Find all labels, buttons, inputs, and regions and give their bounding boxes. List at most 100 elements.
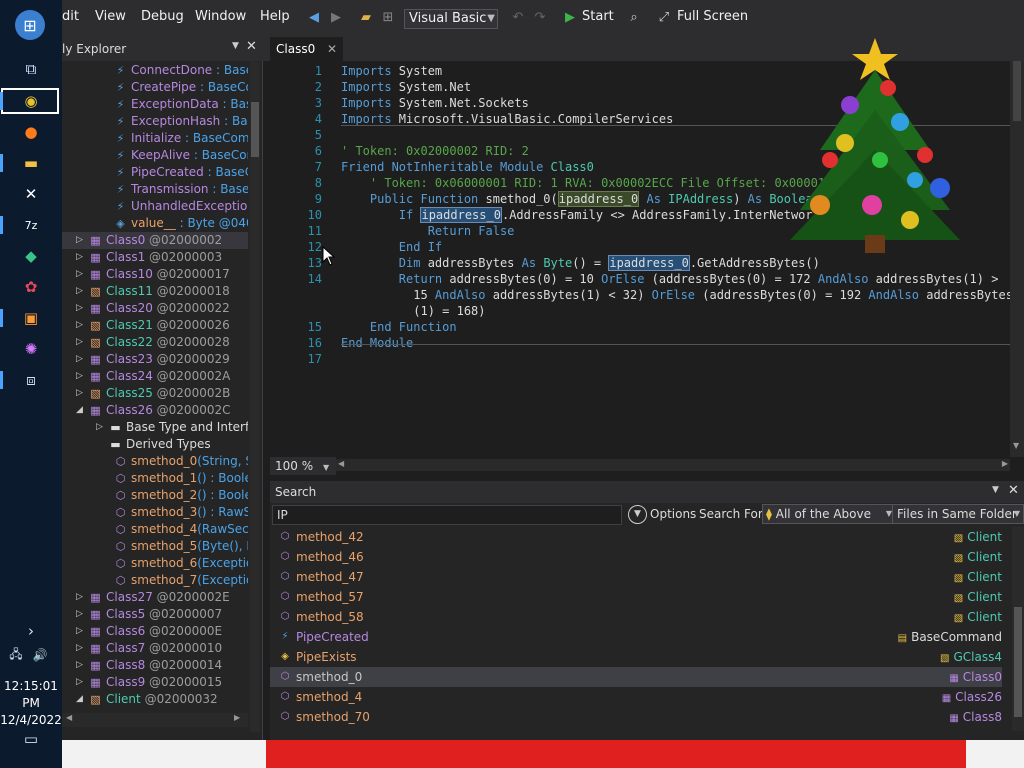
code-line[interactable]: 15 AndAlso addressBytes(1) < 32) OrElse … [341,287,1013,303]
tree-item[interactable]: ▷ ▧ Class21 @02000026 [62,317,248,334]
back-icon[interactable]: ◀ [306,10,322,26]
code-line[interactable]: Return False [341,223,515,239]
tree-item[interactable]: ▷ ▧ Class11 @02000018 [62,283,248,300]
code-line[interactable]: End Function [341,319,457,335]
collapsed-icon[interactable]: ▷ [76,385,86,402]
menu-view[interactable]: View [95,9,126,24]
tree-item[interactable]: ▷ ▦ Class8 @02000014 [62,657,248,674]
tree-item[interactable]: ⚡ ConnectDone : BaseCo [62,62,248,79]
play-icon[interactable]: ▶ [562,10,578,26]
tree-item[interactable]: ▷ ▦ Class0 @02000002 [62,232,248,249]
options-toggle-icon[interactable]: ▼ [628,505,647,524]
excel-icon[interactable]: ✕ [18,183,44,205]
tree-item[interactable]: ▷ ▦ Class23 @02000029 [62,351,248,368]
tree-item[interactable]: ⚡ CreatePipe : BaseCom [62,79,248,96]
close-icon[interactable]: ✕ [1008,483,1019,498]
search-result-row[interactable]: ⬡ method_47 ▧ Client [270,567,1002,587]
tree-item[interactable]: ▷ ▬ Base Type and Interfac [62,419,248,436]
tree-item[interactable]: ⚡ Initialize : BaseComma [62,130,248,147]
tree-item[interactable]: ▷ ▦ Class7 @02000010 [62,640,248,657]
chevron-right-icon[interactable]: › [18,620,44,642]
scroll-right-icon[interactable]: ▶ [234,713,240,722]
tree-item[interactable]: ⬡ smethod_7(Exception) [62,572,248,589]
tree-item[interactable]: ⚡ Transmission : BaseCo [62,181,248,198]
expanded-icon[interactable]: ◢ [76,402,86,419]
code-line[interactable]: Imports System [341,63,442,79]
virtual-desktop-icon[interactable]: ⧈ [18,369,44,391]
tree-item[interactable]: ▷ ▦ Class5 @02000007 [62,606,248,623]
chevron-down-icon[interactable]: ▼ [232,41,239,51]
code-line[interactable]: Dim addressBytes As Byte() = ipaddress_0… [341,255,820,271]
firefox-icon[interactable]: ● [18,121,44,143]
tree-item[interactable]: ▷ ▦ Class9 @02000015 [62,674,248,691]
code-line[interactable]: Friend NotInheritable Module Class0 [341,159,594,175]
task-view-icon[interactable]: ⧉ [18,58,44,80]
search-input[interactable]: IP [272,505,622,525]
collapsed-icon[interactable]: ▷ [76,640,86,657]
7zip-icon[interactable]: 7z [18,214,44,236]
collapsed-icon[interactable]: ▷ [76,300,86,317]
tree-item[interactable]: ⬡ smethod_6(Exception) [62,555,248,572]
scope-select[interactable]: Files in Same Folder ▼ [892,504,1024,524]
volume-icon[interactable]: 🔊 [30,644,50,666]
fullscreen-icon[interactable]: ⤢ [656,10,672,26]
tree-item[interactable]: ▷ ▦ Class6 @0200000E [62,623,248,640]
tree-item[interactable]: ▷ ▦ Class27 @0200002E [62,589,248,606]
scroll-left-icon[interactable]: ◀ [338,459,344,468]
tree-item[interactable]: ▷ ▧ Class22 @02000028 [62,334,248,351]
explorer-scrollbar[interactable] [250,62,260,732]
search-result-row[interactable]: ⬡ method_57 ▧ Client [270,587,1002,607]
assembly-icon[interactable]: ⊞ [380,10,396,26]
search-result-row[interactable]: ⬡ smethod_70 ▦ Class8 [270,707,1002,727]
tree-item[interactable]: ◢ ▦ Class26 @0200002C [62,402,248,419]
scroll-left-icon[interactable]: ◀ [66,713,72,722]
code-line[interactable]: Public Function smethod_0(ipaddress_0 As… [341,191,820,207]
code-line[interactable]: End Module [341,335,413,351]
search-result-row[interactable]: ⬡ smethod_4 ▦ Class26 [270,687,1002,707]
redo-icon[interactable]: ↷ [532,10,548,26]
fullscreen-button[interactable]: Full Screen [677,9,748,24]
collapsed-icon[interactable]: ▷ [76,606,86,623]
close-icon[interactable]: ✕ [246,39,257,54]
collapsed-icon[interactable]: ▷ [76,266,86,283]
notification-icon[interactable]: ▭ [18,728,44,750]
search-for-select[interactable]: ⧫ All of the Above ▼ [762,504,896,524]
search-result-row[interactable]: ◈ PipeExists ▧ GClass4 [270,647,1002,667]
search-result-row[interactable]: ⬡ method_58 ▧ Client [270,607,1002,627]
tree-item[interactable]: ⬡ smethod_4(RawSecuri [62,521,248,538]
chrome-icon[interactable]: ◉ [18,90,44,112]
start-button[interactable]: Start [582,9,614,24]
tree-item[interactable]: ⚡ ExceptionData : BaseC [62,96,248,113]
collapsed-icon[interactable]: ▷ [76,317,86,334]
options-button[interactable]: Options [650,507,696,521]
collapsed-icon[interactable]: ▷ [76,674,86,691]
search-result-row[interactable]: ⬡ method_46 ▧ Client [270,547,1002,567]
tree-item[interactable]: ▷ ▧ Class25 @0200002B [62,385,248,402]
scroll-right-icon[interactable]: ▶ [1002,459,1008,468]
tree-item[interactable]: ▷ ▦ Class10 @02000017 [62,266,248,283]
collapsed-icon[interactable]: ▷ [76,623,86,640]
collapsed-icon[interactable]: ▷ [96,419,106,436]
scrollbar-thumb[interactable] [1013,61,1021,121]
undo-icon[interactable]: ↶ [510,10,526,26]
clock[interactable]: 12:15:01 PM 12/4/2022 [0,678,62,729]
file-explorer-icon[interactable]: ▬ [18,152,44,174]
editor-vscrollbar[interactable]: ▼ [1010,61,1024,457]
search-icon[interactable]: ⌕ [626,10,642,26]
scroll-down-icon[interactable]: ▼ [1013,441,1019,450]
tree-item[interactable]: ⬡ smethod_5(Byte(), Byt [62,538,248,555]
search-result-row[interactable]: ⬡ smethod_0 ▦ Class0 [270,667,1002,687]
app3-icon[interactable]: ▣ [18,307,44,329]
collapsed-icon[interactable]: ▷ [76,368,86,385]
tab-class0[interactable]: Class0 ✕ [270,37,344,61]
editor-hscrollbar[interactable]: ◀ ▶ [336,459,1010,471]
app4-icon[interactable]: ✺ [18,338,44,360]
tree-item[interactable]: ⚡ PipeCreated : BaseCo [62,164,248,181]
app-icon[interactable]: ◆ [18,245,44,267]
open-folder-icon[interactable]: ▰ [358,10,374,26]
tree-item[interactable]: ▷ ▦ Class1 @02000003 [62,249,248,266]
collapsed-icon[interactable]: ▷ [76,283,86,300]
scrollbar-thumb[interactable] [1014,607,1022,717]
code-line[interactable]: ' Token: 0x02000002 RID: 2 [341,143,529,159]
code-line[interactable]: Return addressBytes(0) = 10 OrElse (addr… [341,271,999,287]
